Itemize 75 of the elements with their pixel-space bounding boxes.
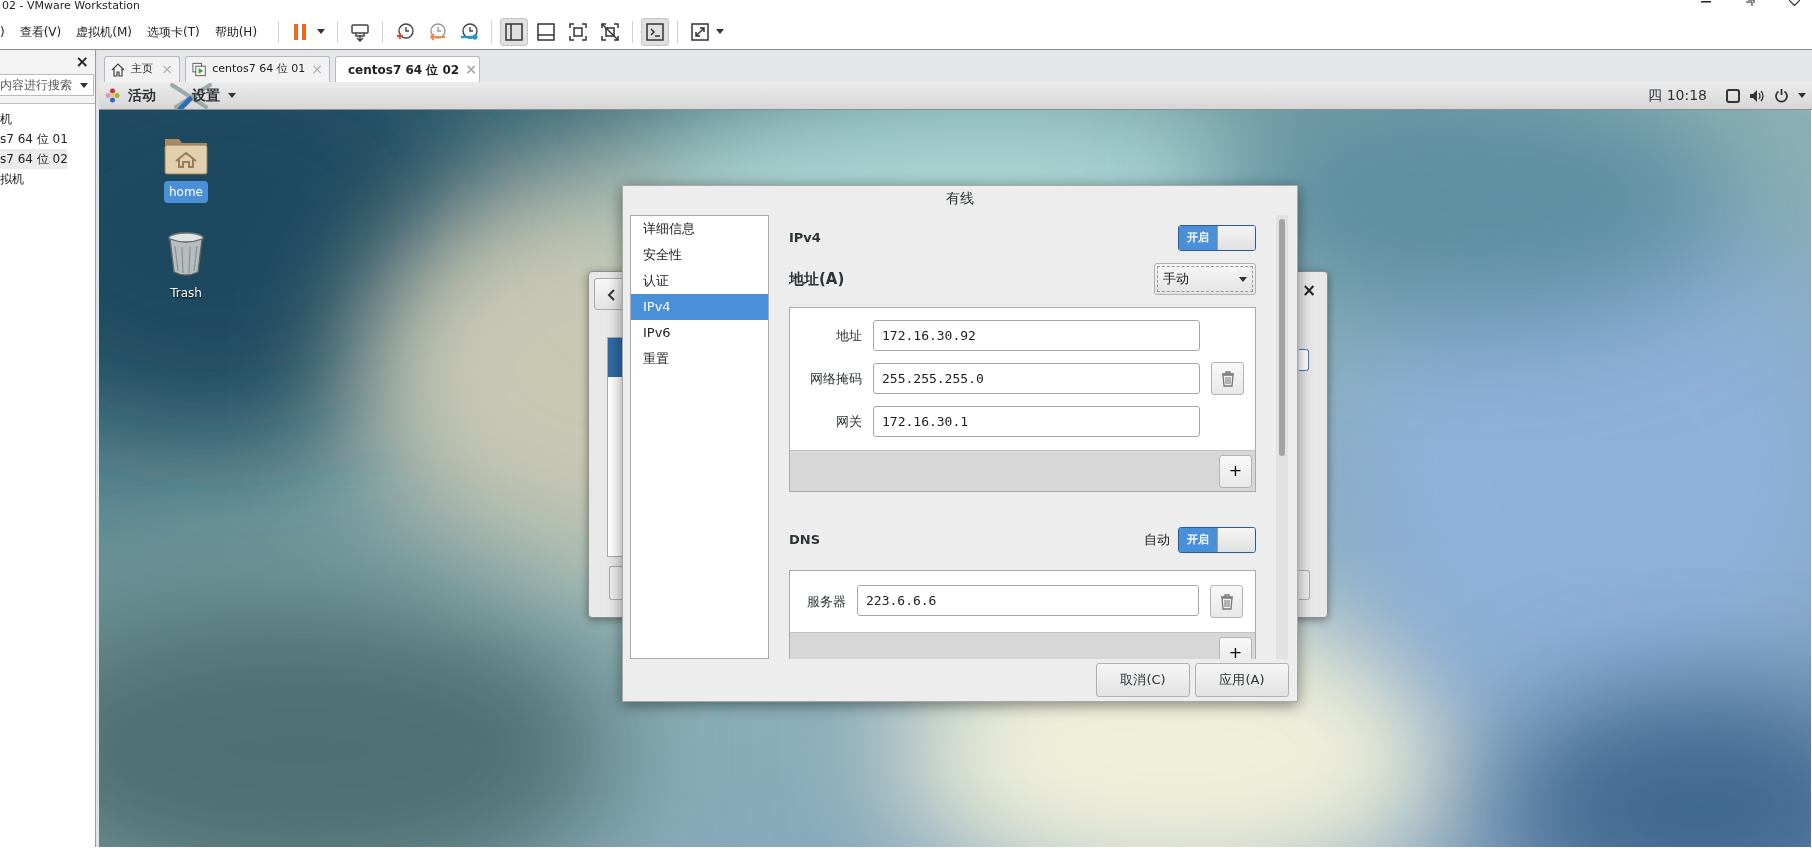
bottom-bar-layout-icon <box>536 21 557 42</box>
monitor-arrow-icon <box>350 21 371 42</box>
caret-icon <box>317 29 326 34</box>
switch-label: 自动 <box>1144 531 1170 550</box>
frame-square-icon <box>568 21 589 42</box>
window-title: 02 - VMware Workstation <box>2 0 140 14</box>
clock-wrench-icon <box>459 21 480 42</box>
power-icon <box>1774 88 1789 103</box>
dialog-title: 有线 <box>946 189 974 208</box>
menu-item[interactable]: ) <box>0 22 5 41</box>
tree-item[interactable]: s7 64 位 01 <box>0 129 67 149</box>
tab[interactable]: centos7 64 位 01 × <box>185 56 330 82</box>
menu-item[interactable]: 查看(V) <box>19 22 62 41</box>
library-view-button[interactable] <box>500 17 529 46</box>
section-item[interactable]: 认证 <box>631 268 768 295</box>
vm-icon <box>192 62 207 77</box>
section-item[interactable]: IPv6 <box>631 320 768 347</box>
input-field[interactable]: 172.16.30.1 <box>873 406 1200 438</box>
delete-button[interactable] <box>1210 585 1243 619</box>
speaker-icon <box>1749 88 1765 103</box>
menu-item[interactable]: 选项卡(T) <box>147 22 200 41</box>
section-heading: IPv4 <box>789 229 821 248</box>
trash-icon <box>1218 593 1235 610</box>
field-edge[interactable] <box>1299 349 1309 371</box>
flower-icon <box>105 88 120 103</box>
caret-icon <box>80 82 88 88</box>
add-button[interactable]: + <box>1219 454 1252 488</box>
section-item[interactable]: 详细信息 <box>631 216 768 243</box>
minimize-icon[interactable] <box>1701 0 1711 4</box>
terminal-icon <box>645 21 666 42</box>
delete-button[interactable] <box>1211 362 1244 396</box>
sidebar-layout-icon <box>504 21 525 42</box>
home-icon <box>111 62 125 77</box>
scrollbar[interactable] <box>1276 215 1288 660</box>
tree-item[interactable]: 拟机 <box>0 169 67 189</box>
dialog-button[interactable]: 应用(A) <box>1195 663 1289 698</box>
section-item[interactable]: 重置 <box>631 346 768 373</box>
close-button[interactable]: × <box>1302 282 1317 299</box>
tree-item[interactable]: s7 64 位 02 <box>0 149 67 169</box>
caret-icon <box>1239 276 1247 282</box>
tab[interactable]: centos7 64 位 02 × <box>335 56 480 82</box>
clock[interactable]: 四 10:18 <box>1648 85 1707 106</box>
tab[interactable]: 主页 × <box>104 56 180 82</box>
caret-icon <box>716 29 725 34</box>
field-label: 服务器 <box>806 592 846 611</box>
chevron-left-icon <box>606 288 615 301</box>
activities-button[interactable]: 活动 <box>128 85 156 106</box>
field-label: 网关 <box>835 412 862 431</box>
input-field[interactable]: 255.255.255.0 <box>873 363 1200 395</box>
method-dropdown[interactable]: 手动 <box>1154 263 1256 296</box>
caret-icon <box>228 93 236 98</box>
tree-item[interactable]: 机 <box>0 109 67 129</box>
section-heading: DNS <box>789 531 821 550</box>
trash-icon <box>1219 370 1236 387</box>
app-menu[interactable]: 设置 <box>192 85 236 106</box>
console-view-button[interactable] <box>641 17 670 46</box>
add-button[interactable]: + <box>1219 636 1252 660</box>
clock-plus-icon <box>395 21 416 42</box>
section-item[interactable]: 安全性 <box>631 242 768 269</box>
field-label: 地址(A) <box>789 268 845 290</box>
input-field[interactable]: 172.16.30.92 <box>873 320 1200 352</box>
trash-icon <box>167 232 205 276</box>
close-button[interactable]: × <box>75 54 89 70</box>
menu-item[interactable]: 帮助(H) <box>214 22 258 41</box>
scrollbar-thumb[interactable] <box>1279 219 1285 457</box>
icon-label[interactable]: Trash <box>165 282 207 304</box>
menu-item[interactable]: 虚拟机(M) <box>76 22 132 41</box>
input-field[interactable]: 223.6.6.6 <box>857 585 1199 617</box>
crossed-square-icon <box>600 21 621 42</box>
field-label: 网络掩码 <box>809 369 862 388</box>
caret-icon <box>1798 93 1806 98</box>
screen-icon <box>1726 88 1740 103</box>
dialog-button[interactable]: 取消(C) <box>1096 663 1190 698</box>
search-field[interactable]: 内容进行搜索 <box>0 74 94 96</box>
field-label: 地址 <box>835 326 862 345</box>
